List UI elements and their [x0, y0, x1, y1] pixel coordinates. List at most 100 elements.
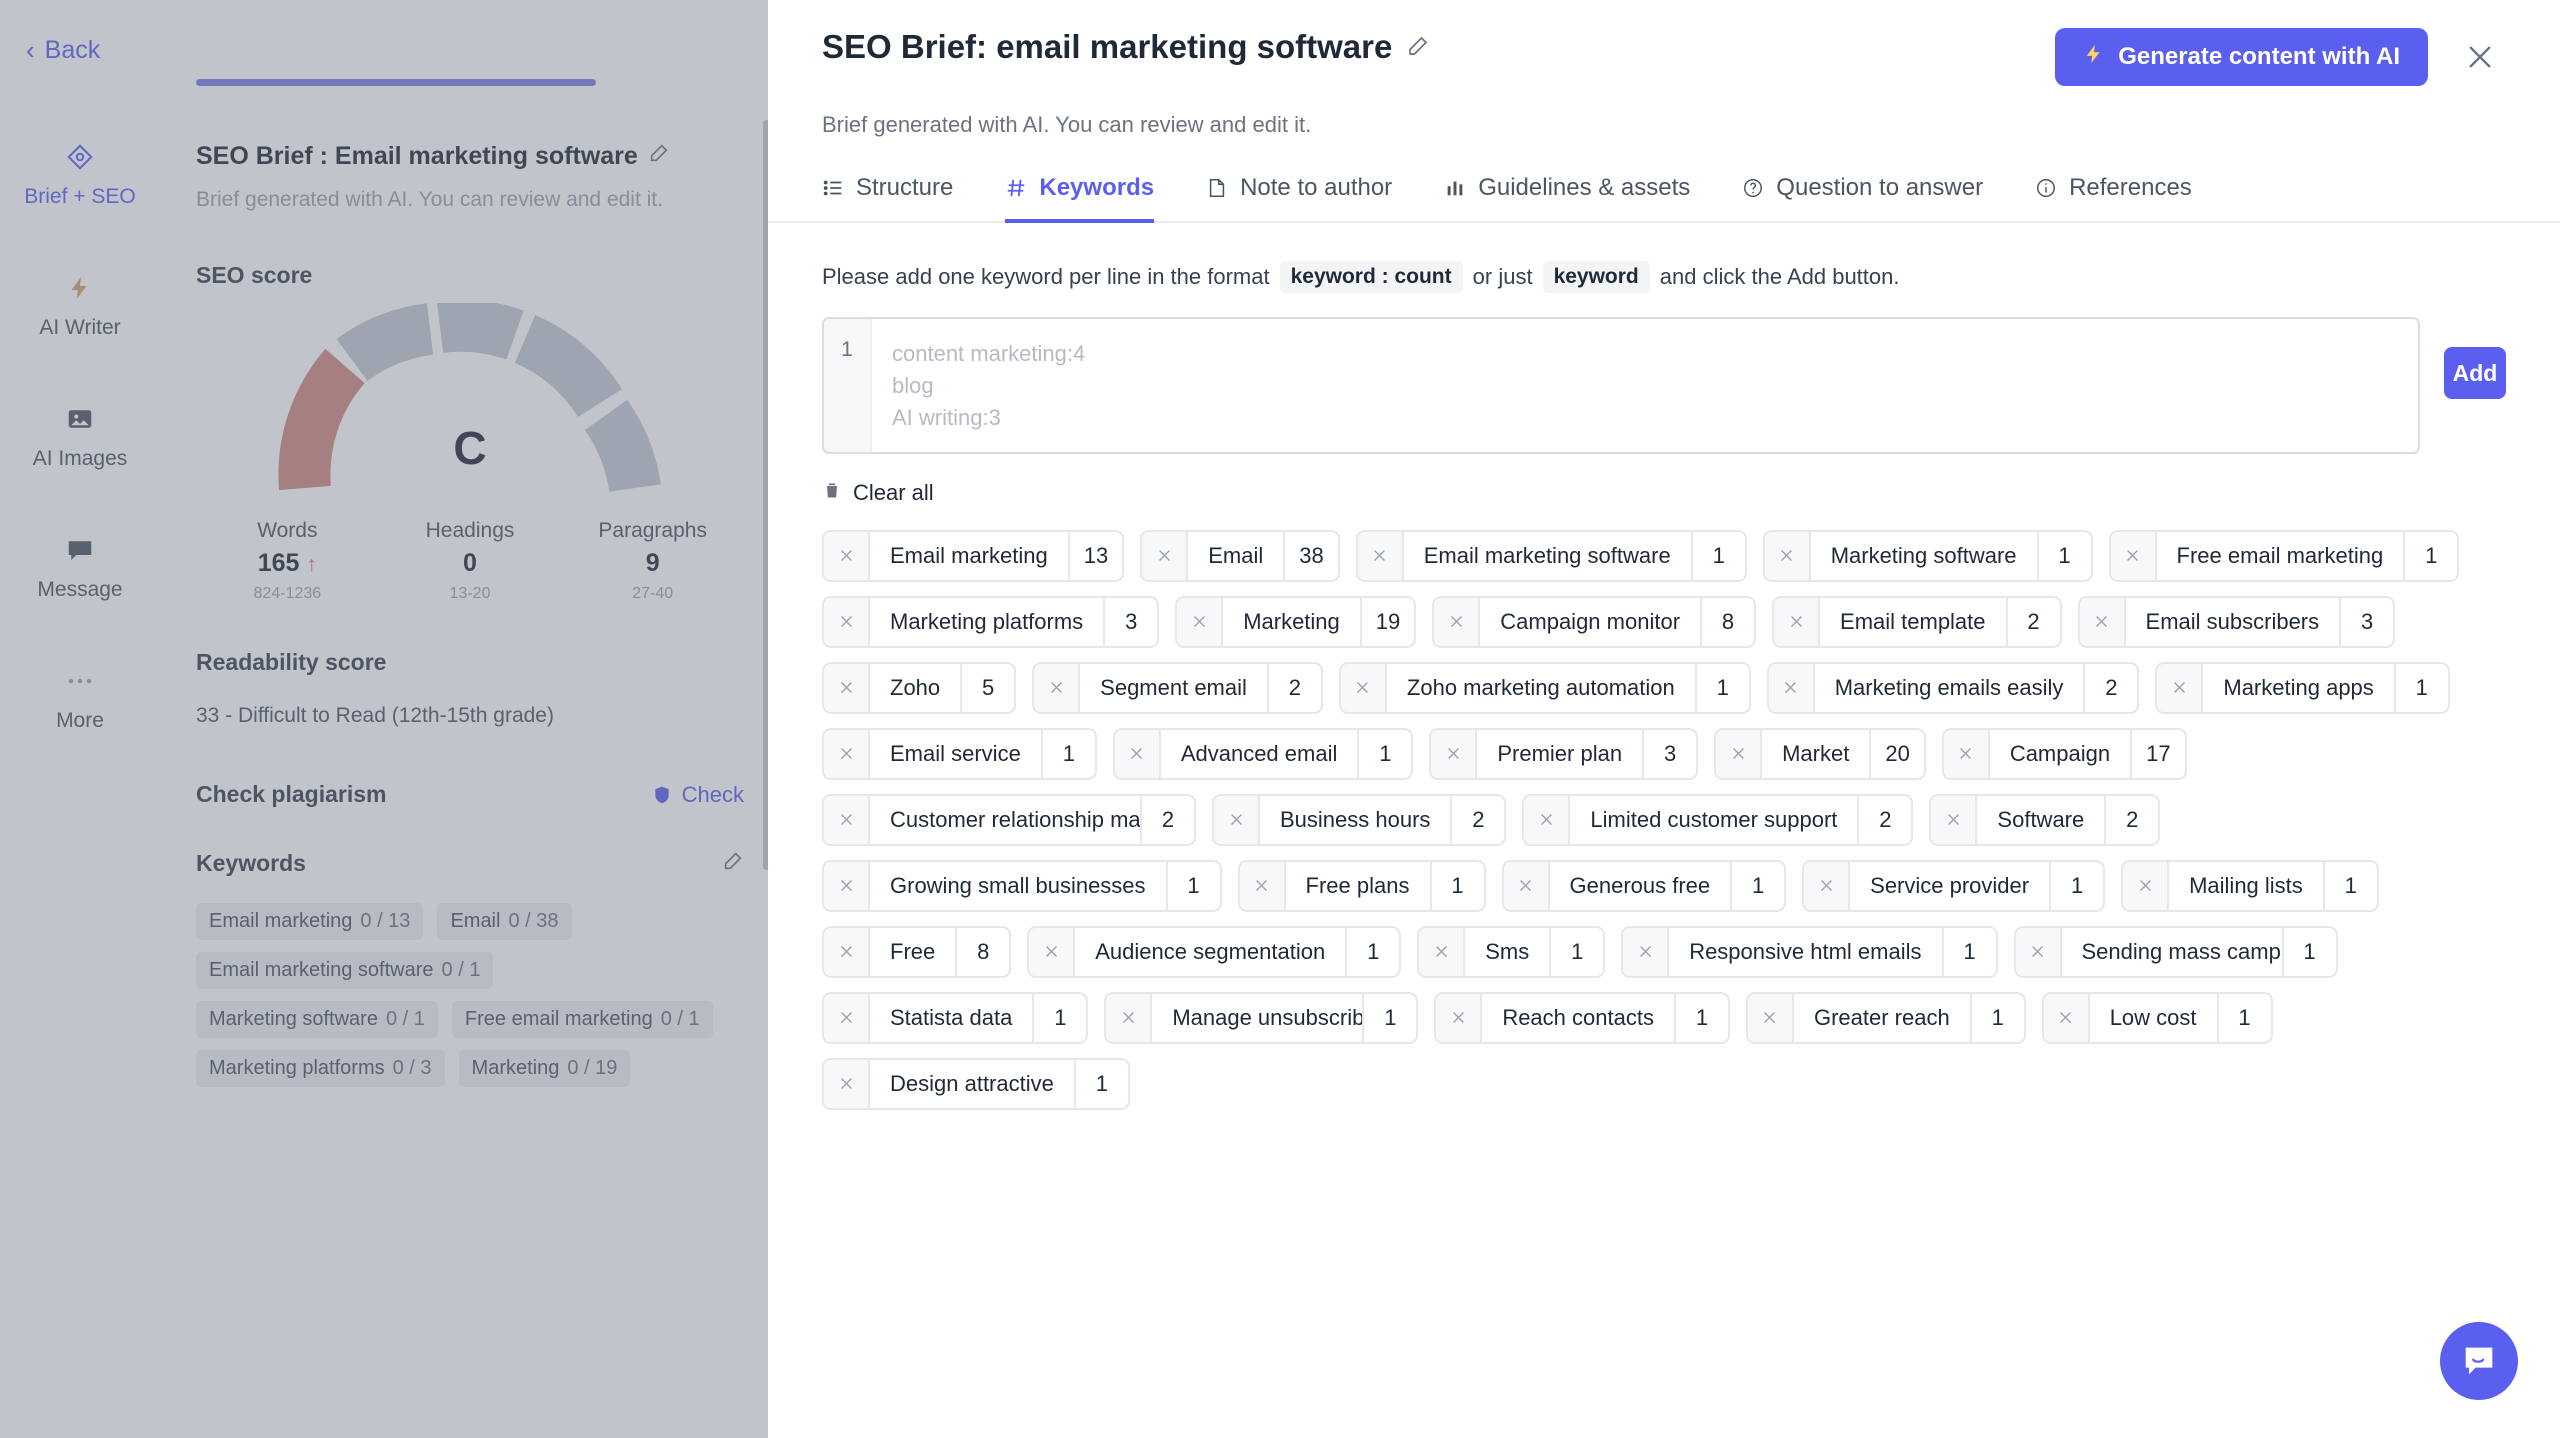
keyword-chip-count[interactable]: 19 — [1362, 598, 1414, 646]
tab-structure[interactable]: Structure — [822, 174, 953, 223]
keyword-chip-count[interactable]: 1 — [1034, 994, 1086, 1042]
keyword-chip-count[interactable]: 1 — [1676, 994, 1728, 1042]
keyword-chip-label[interactable]: Marketing emails easily — [1815, 663, 2086, 712]
remove-keyword-icon[interactable] — [1804, 861, 1851, 910]
keyword-chip-count[interactable]: 1 — [2325, 862, 2377, 910]
keyword-chip-label[interactable]: Responsive html emails — [1669, 927, 1944, 976]
tab-references[interactable]: References — [2035, 174, 2192, 223]
modal-backdrop-overlay[interactable] — [0, 0, 768, 1438]
keyword-chip-label[interactable]: Sending mass campaigns — [2062, 927, 2284, 976]
remove-keyword-icon[interactable] — [2079, 597, 2126, 646]
remove-keyword-icon[interactable] — [1431, 729, 1478, 778]
keyword-chip-label[interactable]: Audience segmentation — [1075, 927, 1348, 976]
keyword-chip-count[interactable]: 2 — [1859, 796, 1911, 844]
keyword-textarea[interactable]: 1 content marketing:4 blog AI writing:3 — [822, 317, 2420, 454]
keyword-chip-count[interactable]: 1 — [2051, 862, 2103, 910]
remove-keyword-icon[interactable] — [1419, 927, 1466, 976]
remove-keyword-icon[interactable] — [1747, 993, 1794, 1042]
keyword-chip-count[interactable]: 1 — [1168, 862, 1220, 910]
remove-keyword-icon[interactable] — [1239, 861, 1286, 910]
keyword-chip-label[interactable]: Advanced email — [1161, 729, 1360, 778]
tab-keywords[interactable]: Keywords — [1005, 174, 1155, 223]
edit-title-icon[interactable] — [1406, 28, 1430, 66]
keyword-chip-count[interactable]: 1 — [1347, 928, 1399, 976]
keyword-chip-label[interactable]: Campaign — [1990, 729, 2133, 778]
remove-keyword-icon[interactable] — [824, 597, 870, 646]
keyword-chip-label[interactable]: Manage unsubscribes — [1152, 993, 1365, 1042]
remove-keyword-icon[interactable] — [1434, 597, 1481, 646]
remove-keyword-icon[interactable] — [1764, 531, 1811, 580]
keyword-chip-label[interactable]: Email template — [1820, 597, 2008, 646]
keyword-chip-count[interactable]: 1 — [1697, 664, 1749, 712]
keyword-chip-count[interactable]: 17 — [2132, 730, 2184, 778]
keyword-chip-label[interactable]: Statista data — [870, 993, 1035, 1042]
remove-keyword-icon[interactable] — [824, 795, 870, 844]
keyword-chip-label[interactable]: Campaign monitor — [1480, 597, 1703, 646]
keyword-chip-count[interactable]: 1 — [1944, 928, 1996, 976]
keyword-chip-label[interactable]: Email service — [870, 729, 1043, 778]
keyword-chip-count[interactable]: 1 — [1551, 928, 1603, 976]
keyword-chip-count[interactable]: 1 — [1076, 1060, 1128, 1108]
remove-keyword-icon[interactable] — [1340, 663, 1387, 712]
keyword-chip-label[interactable]: Sms — [1465, 927, 1552, 976]
keyword-chip-count[interactable]: 1 — [1043, 730, 1095, 778]
keyword-chip-label[interactable]: Marketing apps — [2203, 663, 2396, 712]
keyword-chip-count[interactable]: 1 — [1432, 862, 1484, 910]
keyword-chip-label[interactable]: Marketing platforms — [870, 597, 1106, 646]
keyword-chip-label[interactable]: Zoho marketing automation — [1387, 663, 1697, 712]
keyword-chip-label[interactable]: Growing small businesses — [870, 861, 1168, 910]
remove-keyword-icon[interactable] — [1436, 993, 1483, 1042]
remove-keyword-icon[interactable] — [2157, 663, 2204, 712]
keyword-chip-label[interactable]: Design attractive — [870, 1059, 1076, 1108]
remove-keyword-icon[interactable] — [1623, 927, 1670, 976]
keyword-chip-label[interactable]: Software — [1977, 795, 2107, 844]
keyword-chip-label[interactable]: Service provider — [1850, 861, 2052, 910]
keyword-chip-count[interactable]: 38 — [1285, 532, 1337, 580]
keyword-chip-label[interactable]: Email marketing software — [1404, 531, 1693, 580]
keyword-chip-count[interactable]: 2 — [2008, 598, 2060, 646]
keyword-chip-count[interactable]: 8 — [1702, 598, 1754, 646]
keyword-chip-count[interactable]: 1 — [2284, 928, 2336, 976]
remove-keyword-icon[interactable] — [2123, 861, 2170, 910]
remove-keyword-icon[interactable] — [1142, 531, 1189, 580]
clear-all-button[interactable]: Clear all — [822, 478, 934, 508]
remove-keyword-icon[interactable] — [824, 729, 870, 778]
keyword-chip-label[interactable]: Free email marketing — [2157, 531, 2406, 580]
keyword-chip-label[interactable]: Zoho — [870, 663, 963, 712]
keyword-chip-label[interactable]: Customer relationship management — [870, 795, 1142, 844]
keyword-chip-label[interactable]: Free plans — [1286, 861, 1432, 910]
remove-keyword-icon[interactable] — [824, 663, 870, 712]
tab-question-to-answer[interactable]: Question to answer — [1742, 174, 1983, 223]
keyword-chip-label[interactable]: Email — [1188, 531, 1286, 580]
remove-keyword-icon[interactable] — [1034, 663, 1081, 712]
keyword-chip-label[interactable]: Market — [1762, 729, 1872, 778]
remove-keyword-icon[interactable] — [2015, 927, 2062, 976]
keyword-chip-count[interactable]: 3 — [1644, 730, 1696, 778]
keyword-chip-count[interactable]: 2 — [2106, 796, 2158, 844]
remove-keyword-icon[interactable] — [1524, 795, 1571, 844]
remove-keyword-icon[interactable] — [1503, 861, 1550, 910]
remove-keyword-icon[interactable] — [1716, 729, 1763, 778]
keyword-chip-label[interactable]: Reach contacts — [1482, 993, 1676, 1042]
keyword-chip-label[interactable]: Limited customer support — [1570, 795, 1860, 844]
remove-keyword-icon[interactable] — [1931, 795, 1978, 844]
keyword-chip-label[interactable]: Marketing software — [1811, 531, 2039, 580]
keyword-chip-label[interactable]: Mailing lists — [2169, 861, 2325, 910]
keyword-chip-label[interactable]: Business hours — [1260, 795, 1453, 844]
keyword-chip-count[interactable]: 2 — [2085, 664, 2137, 712]
remove-keyword-icon[interactable] — [1106, 993, 1153, 1042]
generate-content-with-ai-button[interactable]: Generate content with AI — [2055, 28, 2428, 86]
keyword-chip-count[interactable]: 1 — [2039, 532, 2091, 580]
keyword-chip-count[interactable]: 1 — [2219, 994, 2271, 1042]
keyword-chip-label[interactable]: Email marketing — [870, 531, 1070, 580]
keyword-chip-count[interactable]: 5 — [962, 664, 1014, 712]
keyword-chip-count[interactable]: 13 — [1070, 532, 1122, 580]
keyword-chip-count[interactable]: 2 — [1142, 796, 1194, 844]
intercom-chat-icon[interactable] — [2440, 1322, 2518, 1400]
keyword-chip-count[interactable]: 2 — [1452, 796, 1504, 844]
remove-keyword-icon[interactable] — [1114, 729, 1161, 778]
keyword-chip-count[interactable]: 1 — [1732, 862, 1784, 910]
keyword-chip-label[interactable]: Marketing — [1223, 597, 1362, 646]
remove-keyword-icon[interactable] — [1774, 597, 1821, 646]
remove-keyword-icon[interactable] — [1029, 927, 1076, 976]
